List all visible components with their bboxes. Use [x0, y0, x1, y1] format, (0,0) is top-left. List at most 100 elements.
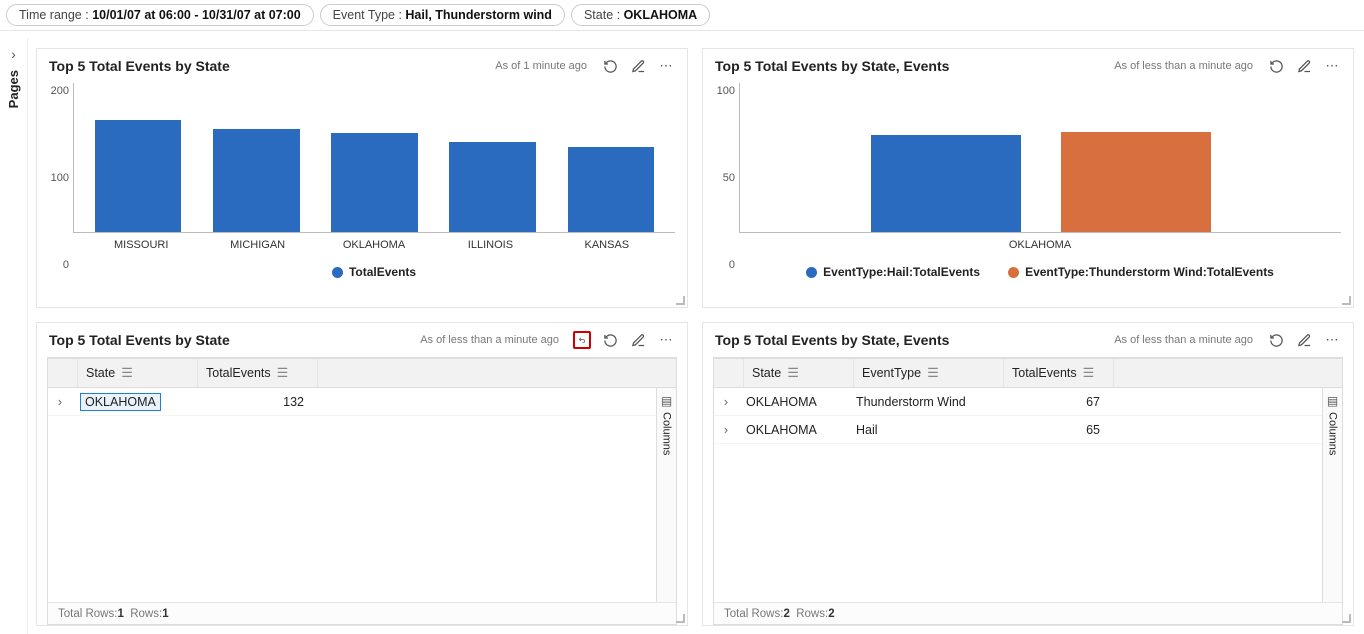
- col-state[interactable]: State☰: [744, 359, 854, 387]
- cell-total: 65: [998, 423, 1108, 437]
- filter-bar: Time range : 10/01/07 at 06:00 - 10/31/0…: [0, 0, 1364, 31]
- bar[interactable]: [202, 129, 310, 233]
- more-icon[interactable]: ⋯: [1323, 331, 1341, 349]
- ytick: 100: [713, 85, 735, 97]
- resize-handle[interactable]: [675, 613, 685, 623]
- legend-item[interactable]: TotalEvents: [332, 265, 416, 279]
- columns-label: Columns: [661, 412, 673, 455]
- dot-icon: [332, 267, 343, 278]
- legend: TotalEvents: [73, 265, 675, 279]
- columns-side-tab[interactable]: ▤ Columns: [656, 388, 676, 602]
- ytick: 200: [47, 85, 69, 97]
- cell-event: Hail: [848, 423, 998, 437]
- edit-icon[interactable]: [629, 331, 647, 349]
- panel-title: Top 5 Total Events by State: [49, 332, 230, 348]
- filter-state[interactable]: State : OKLAHOMA: [571, 4, 710, 26]
- table-footer: Total Rows: 1 Rows: 1: [48, 602, 676, 624]
- cell-state: OKLAHOMA: [738, 395, 848, 409]
- undo-icon[interactable]: [573, 331, 591, 349]
- pages-label[interactable]: Pages: [6, 70, 21, 108]
- x-label: OKLAHOMA: [316, 239, 432, 251]
- filter-state-label: State :: [584, 8, 624, 22]
- y-axis: 100 50 0: [713, 85, 735, 271]
- x-label: ILLINOIS: [432, 239, 548, 251]
- cell-event: Thunderstorm Wind: [848, 395, 998, 409]
- asof-text: As of less than a minute ago: [1114, 334, 1253, 346]
- filter-event-value: Hail, Thunderstorm wind: [405, 8, 552, 22]
- columns-icon: ▤: [1327, 394, 1338, 408]
- edit-icon[interactable]: [1295, 57, 1313, 75]
- x-label: KANSAS: [549, 239, 665, 251]
- resize-handle[interactable]: [1341, 295, 1351, 305]
- col-event[interactable]: EventType☰: [854, 359, 1004, 387]
- column-menu-icon[interactable]: ☰: [1083, 365, 1095, 381]
- cell-state: OKLAHOMA: [738, 423, 848, 437]
- table-header: State☰ TotalEvents☰: [48, 358, 676, 388]
- more-icon[interactable]: ⋯: [1323, 57, 1341, 75]
- refresh-icon[interactable]: [1267, 57, 1285, 75]
- x-label: MICHIGAN: [199, 239, 315, 251]
- panel-title: Top 5 Total Events by State, Events: [715, 332, 949, 348]
- columns-icon: ▤: [661, 394, 672, 408]
- cell-total: 67: [998, 395, 1108, 409]
- bar[interactable]: [557, 147, 665, 232]
- refresh-icon[interactable]: [1267, 331, 1285, 349]
- refresh-icon[interactable]: [601, 331, 619, 349]
- ytick: 0: [713, 259, 735, 271]
- resize-handle[interactable]: [675, 295, 685, 305]
- more-icon[interactable]: ⋯: [657, 331, 675, 349]
- resize-handle[interactable]: [1341, 613, 1351, 623]
- table-row[interactable]: › OKLAHOMA Thunderstorm Wind 67: [714, 388, 1342, 416]
- dashboard-grid: Top 5 Total Events by State As of 1 minu…: [36, 48, 1354, 626]
- bar[interactable]: [439, 142, 547, 232]
- dot-icon: [1008, 267, 1019, 278]
- col-state[interactable]: State☰: [78, 359, 198, 387]
- filter-state-value: OKLAHOMA: [624, 8, 698, 22]
- refresh-icon[interactable]: [601, 57, 619, 75]
- columns-label: Columns: [1327, 412, 1339, 455]
- expand-row-icon[interactable]: ›: [48, 395, 72, 409]
- chevron-right-icon[interactable]: ›: [11, 46, 16, 62]
- bar[interactable]: [320, 133, 428, 232]
- filter-event-type[interactable]: Event Type : Hail, Thunderstorm wind: [320, 4, 565, 26]
- x-label: MISSOURI: [83, 239, 199, 251]
- bar[interactable]: [84, 120, 192, 233]
- column-menu-icon[interactable]: ☰: [787, 365, 799, 381]
- expand-row-icon[interactable]: ›: [714, 395, 738, 409]
- legend-item[interactable]: EventType:Hail:TotalEvents: [806, 265, 980, 279]
- panel-top5-by-state-table: Top 5 Total Events by State As of less t…: [36, 322, 688, 626]
- panel-title: Top 5 Total Events by State: [49, 58, 230, 74]
- cell-state[interactable]: OKLAHOMA: [80, 393, 161, 411]
- bar[interactable]: [871, 135, 1021, 233]
- y-axis: 200 100 0: [47, 85, 69, 271]
- edit-icon[interactable]: [629, 57, 647, 75]
- column-menu-icon[interactable]: ☰: [927, 365, 939, 381]
- x-axis-labels: MISSOURIMICHIGANOKLAHOMAILLINOISKANSAS: [73, 233, 675, 251]
- filter-time-range[interactable]: Time range : 10/01/07 at 06:00 - 10/31/0…: [6, 4, 314, 26]
- table-row[interactable]: › OKLAHOMA Hail 65: [714, 416, 1342, 444]
- more-icon[interactable]: ⋯: [657, 57, 675, 75]
- panel-top5-by-state-events-table: Top 5 Total Events by State, Events As o…: [702, 322, 1354, 626]
- filter-time-value: 10/01/07 at 06:00 - 10/31/07 at 07:00: [92, 8, 300, 22]
- column-menu-icon[interactable]: ☰: [277, 365, 289, 381]
- col-total[interactable]: TotalEvents☰: [1004, 359, 1114, 387]
- col-total[interactable]: TotalEvents☰: [198, 359, 318, 387]
- table-row[interactable]: › OKLAHOMA 132: [48, 388, 676, 416]
- columns-side-tab[interactable]: ▤ Columns: [1322, 388, 1342, 602]
- x-label: OKLAHOMA: [739, 239, 1341, 251]
- plot-area: [739, 83, 1341, 233]
- edit-icon[interactable]: [1295, 331, 1313, 349]
- dot-icon: [806, 267, 817, 278]
- asof-text: As of 1 minute ago: [495, 60, 587, 72]
- expand-row-icon[interactable]: ›: [714, 423, 738, 437]
- legend-item[interactable]: EventType:Thunderstorm Wind:TotalEvents: [1008, 265, 1274, 279]
- chart-body: 100 50 0 OKLAHOMA EventType:Hail:TotalEv…: [703, 79, 1353, 307]
- panel-top5-by-state-events-chart: Top 5 Total Events by State, Events As o…: [702, 48, 1354, 308]
- table-body: › OKLAHOMA 132: [48, 388, 676, 602]
- column-menu-icon[interactable]: ☰: [121, 365, 133, 381]
- asof-text: As of less than a minute ago: [1114, 60, 1253, 72]
- filter-event-label: Event Type :: [333, 8, 406, 22]
- x-axis-labels: OKLAHOMA: [739, 239, 1341, 251]
- ytick: 100: [47, 172, 69, 184]
- bar[interactable]: [1061, 132, 1211, 233]
